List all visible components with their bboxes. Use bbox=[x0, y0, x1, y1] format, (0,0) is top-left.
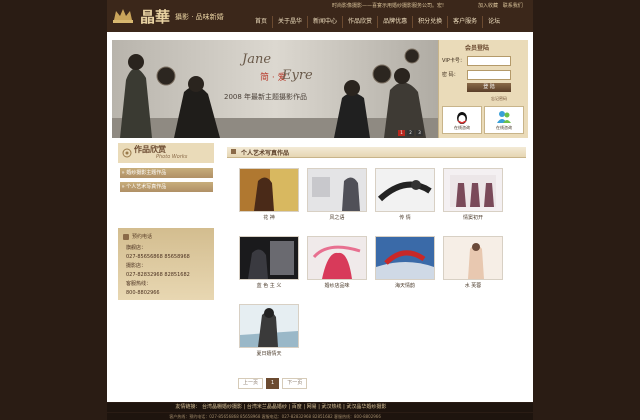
footer-contact: 客户热线：预约电话：027-85656868 85658968 客服电话：027… bbox=[107, 413, 533, 420]
gallery-caption: 花 神 bbox=[263, 215, 275, 221]
gallery-thumbnail[interactable] bbox=[443, 236, 503, 280]
bullet-icon bbox=[231, 149, 236, 154]
gallery-thumbnail[interactable] bbox=[239, 304, 299, 348]
gallery-thumbnail[interactable] bbox=[375, 168, 435, 212]
friend-link[interactable]: 百度 bbox=[292, 404, 302, 410]
nav-news[interactable]: 新闻中心 bbox=[307, 16, 342, 28]
phone-icon bbox=[123, 234, 129, 240]
sidebar-item-label: 个人艺术写真作品 bbox=[126, 184, 167, 190]
friend-link[interactable]: 台湾米兰晶晶婚纱 bbox=[247, 404, 287, 410]
gallery-thumbnail[interactable] bbox=[375, 236, 435, 280]
gallery-thumbnail[interactable] bbox=[239, 236, 299, 280]
gallery-thumbnail[interactable] bbox=[239, 168, 299, 212]
top-slogan: 时尚影像摄影——喜宴示用婚纱摄影服务公司。宏! bbox=[332, 3, 445, 9]
contact-line: 旗舰店： bbox=[126, 245, 147, 251]
brand-name: 晶華 bbox=[140, 8, 171, 26]
gallery-thumbnail[interactable] bbox=[307, 236, 367, 280]
qq-penguin-icon bbox=[457, 112, 467, 124]
password-input[interactable] bbox=[467, 70, 511, 80]
gallery-item[interactable]: 水 芙蓉 bbox=[443, 236, 503, 289]
contact-title: 预约电话 bbox=[132, 234, 153, 240]
banner-dot[interactable]: 3 bbox=[416, 130, 423, 136]
contact-line: 800-8802966 bbox=[126, 290, 160, 296]
gallery-item[interactable]: 夏日嬉情天 bbox=[239, 304, 299, 357]
banner-caption: 2008 年最新主题摄影作品 bbox=[224, 93, 308, 101]
gallery-caption: 蓝 色 主 义 bbox=[256, 283, 282, 289]
gallery-item[interactable]: 风之语 bbox=[307, 168, 367, 221]
nav-works[interactable]: 作品欣赏 bbox=[342, 16, 377, 28]
banner[interactable]: Jane 简 · 爱 Eyre 2008 年最新主题摄影作品 1 2 3 bbox=[112, 40, 438, 138]
friend-link[interactable]: 网易 bbox=[307, 404, 317, 410]
section-title: 个人艺术写真作品 bbox=[241, 150, 290, 157]
consult-label: 在线咨询 bbox=[454, 125, 470, 130]
nav-home[interactable]: 首页 bbox=[250, 16, 272, 28]
main-nav: 首页 关于晶华 新闻中心 作品欣赏 品牌优惠 积分兑换 客户服务 论坛 bbox=[250, 16, 505, 28]
add-favorite-link[interactable]: 加入收藏 bbox=[478, 3, 498, 9]
gallery-caption: 水 芙蓉 bbox=[464, 283, 482, 289]
section-header: 个人艺术写真作品 bbox=[227, 147, 526, 158]
gallery-item[interactable]: 海天情韵 bbox=[375, 236, 435, 289]
contact-us-link[interactable]: 联系我们 bbox=[503, 3, 523, 9]
brand-tagline: 攝影 · 品味新婚 bbox=[175, 13, 224, 21]
login-panel: 会员登陆 VIP卡号： 密 码： 登 陆 忘记密码 在线咨询 在线咨询 bbox=[438, 40, 528, 138]
login-title: 会员登陆 bbox=[465, 45, 490, 52]
pagination: 上一页 1 下一页 bbox=[238, 378, 308, 389]
nav-points[interactable]: 积分兑换 bbox=[412, 16, 447, 28]
gallery-caption: 风之语 bbox=[329, 215, 345, 221]
prev-page-button[interactable]: 上一页 bbox=[238, 378, 264, 389]
login-button[interactable]: 登 陆 bbox=[467, 83, 511, 92]
gallery-item[interactable]: 花 神 bbox=[239, 168, 299, 221]
vip-card-input[interactable] bbox=[467, 56, 511, 66]
vip-label: VIP卡号： bbox=[442, 58, 465, 64]
sidebar-item-portrait[interactable]: » 个人艺术写真作品 bbox=[120, 182, 213, 192]
contact-line: 027-82832968 82851682 bbox=[126, 272, 190, 278]
sidebar-item-wedding[interactable]: » 婚纱摄影主题作品 bbox=[120, 168, 213, 178]
gallery-item[interactable]: 蓝 色 主 义 bbox=[239, 236, 299, 289]
sidebar-subtitle: Photo Works bbox=[156, 154, 188, 160]
footer-contact-text: 客户热线：预约电话：027-85656868 85658968 客服电话：027… bbox=[169, 414, 381, 419]
sidebar-works-header: 作品欣赏 Photo Works bbox=[118, 143, 214, 163]
friend-link[interactable]: 武汉热线 bbox=[322, 404, 342, 410]
contact-lines: 旗舰店： 027-85656868 85658968 摄影店： 027-8283… bbox=[126, 244, 190, 298]
banner-dot[interactable]: 2 bbox=[407, 130, 414, 136]
gallery-thumbnail[interactable] bbox=[307, 168, 367, 212]
nav-forum[interactable]: 论坛 bbox=[482, 16, 505, 28]
gallery-caption: 海天情韵 bbox=[394, 283, 415, 289]
crown-logo-icon[interactable] bbox=[112, 6, 134, 26]
contact-line: 摄影店： bbox=[126, 263, 147, 269]
friend-links-bar: 友情链接： 台湾晶棚婚纱摄影 | 台湾米兰晶晶婚纱 | 百度 | 网易 | 武汉… bbox=[107, 403, 533, 412]
gallery-caption: 传 情 bbox=[399, 215, 411, 221]
nav-offers[interactable]: 品牌优惠 bbox=[377, 16, 412, 28]
banner-title-en-1: Jane bbox=[242, 52, 272, 67]
contact-line: 客服热线： bbox=[126, 281, 152, 287]
banner-dot[interactable]: 1 bbox=[398, 130, 405, 136]
next-page-button[interactable]: 下一页 bbox=[282, 378, 308, 389]
gallery-caption: 婚纱店品味 bbox=[324, 283, 350, 289]
flower-ornament-icon bbox=[122, 148, 132, 158]
friend-link[interactable]: 台湾晶棚婚纱摄影 bbox=[202, 404, 242, 410]
password-label: 密 码： bbox=[442, 72, 459, 78]
contact-box: 预约电话 旗舰店： 027-85656868 85658968 摄影店： 027… bbox=[118, 228, 214, 300]
sidebar-item-label: 婚纱摄影主题作品 bbox=[126, 170, 167, 176]
gallery-item[interactable]: 情窦初开 bbox=[443, 168, 503, 221]
gallery-thumbnail[interactable] bbox=[443, 168, 503, 212]
consult-label: 在线咨询 bbox=[496, 125, 512, 130]
top-links: 加入收藏 联系我们 bbox=[478, 2, 523, 9]
friend-links-label: 友情链接： bbox=[175, 404, 201, 410]
online-consult-1[interactable]: 在线咨询 bbox=[442, 106, 482, 134]
gallery-caption: 情窦初开 bbox=[462, 215, 483, 221]
contact-line: 027-85656868 85658968 bbox=[126, 254, 190, 260]
banner-title-en-2: Eyre bbox=[282, 68, 313, 83]
page-number-button[interactable]: 1 bbox=[266, 378, 280, 389]
nav-service[interactable]: 客户服务 bbox=[447, 16, 482, 28]
forgot-password-link[interactable]: 忘记密码 bbox=[491, 96, 507, 102]
banner-dots: 1 2 3 bbox=[398, 130, 423, 136]
gallery-item[interactable]: 传 情 bbox=[375, 168, 435, 221]
friend-link[interactable]: 武汉晶华婚纱摄影 bbox=[346, 404, 386, 410]
nav-about[interactable]: 关于晶华 bbox=[272, 16, 307, 28]
gallery-item[interactable]: 婚纱店品味 bbox=[307, 236, 367, 289]
online-consult-2[interactable]: 在线咨询 bbox=[484, 106, 524, 134]
gallery-caption: 夏日嬉情天 bbox=[256, 351, 282, 357]
msn-people-icon bbox=[497, 111, 511, 123]
